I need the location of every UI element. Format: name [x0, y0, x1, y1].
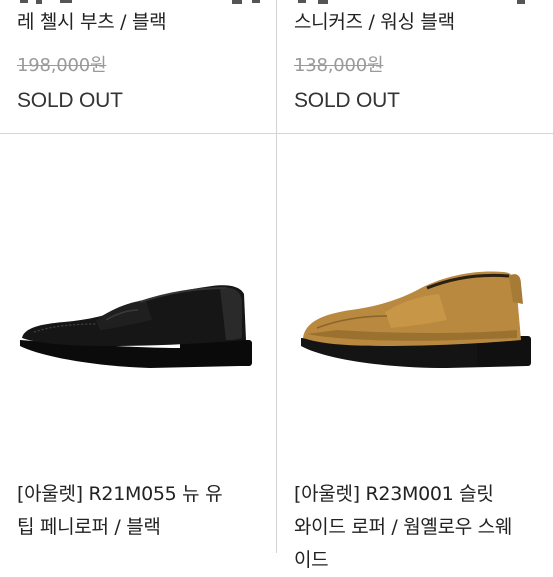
product-image-black-loafer[interactable]	[0, 134, 276, 464]
tan-suede-loafer-image	[301, 271, 531, 368]
product-title-line2[interactable]: 팁 페니로퍼 / 블랙	[17, 511, 161, 544]
product-title-line[interactable]: 스니커즈 / 워싱 블랙	[294, 10, 455, 34]
black-penny-loafer-image	[20, 285, 252, 368]
sold-out-badge: SOLD OUT	[17, 89, 123, 112]
sold-out-badge: SOLD OUT	[294, 89, 400, 112]
product-image-suede-loafer[interactable]	[277, 134, 553, 464]
product-card-suede-loafer[interactable]: [아울렛] R23M001 슬릿 와이드 로퍼 / 웜옐로우 스웨 이드	[277, 464, 553, 571]
product-grid: ​ 레 첼시 부츠 / 블랙 198,000원 SOLD OUT 스니커즈 / …	[0, 0, 553, 571]
product-title-line3[interactable]: 이드	[294, 544, 329, 577]
product-card-black-loafer[interactable]: [아울렛] R21M055 뉴 유 팁 페니로퍼 / 블랙	[0, 464, 276, 553]
product-original-price: 198,000원	[17, 55, 107, 76]
product-original-price: 138,000원	[294, 55, 384, 76]
product-title-line1[interactable]: [아울렛] R21M055 뉴 유	[17, 478, 223, 511]
product-title-line2[interactable]: 와이드 로퍼 / 웜옐로우 스웨	[294, 511, 512, 544]
product-title-line1[interactable]: [아울렛] R23M001 슬릿	[294, 478, 494, 511]
product-title-line[interactable]: 레 첼시 부츠 / 블랙	[17, 10, 167, 34]
